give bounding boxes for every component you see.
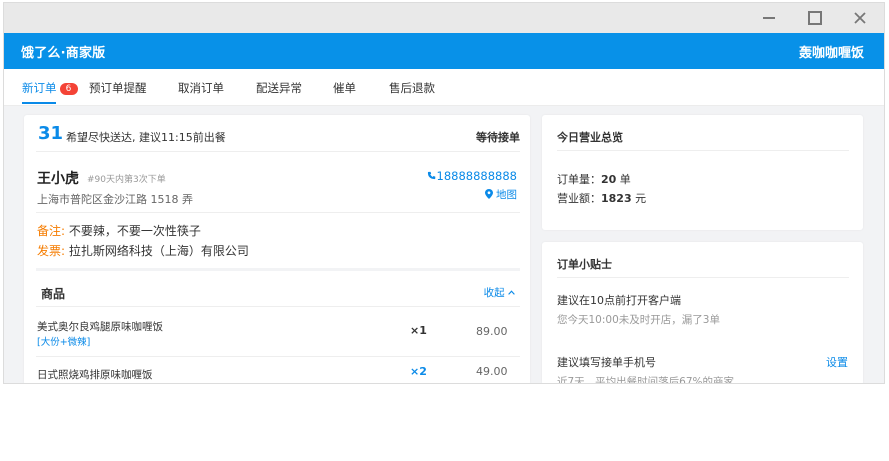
collapse-goods-button[interactable]: 收起 bbox=[484, 285, 515, 300]
goods-section-title: 商品 bbox=[41, 287, 66, 301]
map-pin-icon bbox=[485, 189, 493, 199]
tab-label: 新订单 bbox=[22, 81, 57, 95]
tab-reminders[interactable]: 催单 bbox=[333, 80, 356, 96]
app-header: 饿了么·商家版 轰咖咖喱饭 bbox=[4, 33, 884, 69]
order-number: 31 bbox=[38, 123, 64, 144]
tab-cancelled-orders[interactable]: 取消订单 bbox=[178, 80, 224, 96]
customer-order-history: #90天内第3次下单 bbox=[87, 175, 166, 185]
goods-item-name: 日式照烧鸡排原味咖喱饭 bbox=[37, 369, 153, 381]
minimize-icon bbox=[763, 17, 775, 19]
goods-item-name: 美式奥尔良鸡腿原味咖喱饭 bbox=[37, 321, 163, 333]
revenue-label: 营业额： bbox=[557, 192, 601, 205]
tip-subtitle: 近7天，平均出餐时间落后67%的商家 bbox=[557, 376, 735, 383]
order-tips-card: 订单小贴士 建议在10点前打开客户端 您今天10:00未及时开店，漏了3单 建议… bbox=[542, 242, 863, 383]
tip-title: 建议填写接单手机号 bbox=[557, 356, 656, 369]
divider bbox=[557, 277, 849, 278]
order-status: 等待接单 bbox=[476, 131, 520, 144]
delivery-hint: 希望尽快送达, 建议11:15前出餐 bbox=[66, 131, 226, 144]
tip-subtitle: 您今天10:00未及时开店，漏了3单 bbox=[557, 314, 720, 326]
chevron-up-icon bbox=[508, 290, 515, 295]
section-separator bbox=[36, 268, 520, 271]
tip-title: 建议在10点前打开客户端 bbox=[557, 294, 681, 307]
customer-name: 王小虎 bbox=[37, 171, 79, 187]
customer-phone-link[interactable]: 18888888888 bbox=[427, 169, 517, 183]
remark-row: 备注: 不要辣，不要一次性筷子 bbox=[37, 222, 201, 239]
divider bbox=[557, 150, 849, 151]
title-bar bbox=[4, 3, 884, 33]
invoice-label: 发票: bbox=[37, 244, 66, 258]
order-count-unit: 单 bbox=[616, 173, 631, 186]
order-count-value: 20 bbox=[601, 173, 617, 186]
app-brand: 饿了么·商家版 bbox=[21, 46, 106, 61]
order-card: 31 希望尽快送达, 建议11:15前出餐 等待接单 王小虎 #90天内第3次下… bbox=[24, 115, 530, 383]
maximize-icon bbox=[808, 11, 822, 25]
goods-item-quantity: ×2 bbox=[410, 365, 427, 378]
map-link[interactable]: 地图 bbox=[485, 187, 517, 202]
active-tab-indicator bbox=[22, 102, 56, 104]
overview-title: 今日营业总览 bbox=[557, 131, 623, 144]
tab-preorder-reminder[interactable]: 预订单提醒 bbox=[89, 80, 147, 96]
close-button[interactable] bbox=[840, 5, 880, 31]
maximize-button[interactable] bbox=[795, 5, 835, 31]
goods-item: 美式奥尔良鸡腿原味咖喱饭 [大份+微辣] ×1 89.00 bbox=[24, 306, 530, 356]
tab-new-orders[interactable]: 新订单 6 bbox=[22, 80, 78, 96]
invoice-text: 拉扎斯网络科技（上海）有限公司 bbox=[68, 244, 249, 258]
revenue-value: 1823 bbox=[601, 192, 632, 205]
revenue-stat: 营业额：1823 元 bbox=[557, 190, 646, 206]
goods-item: 日式照烧鸡排原味咖喱饭 ×2 49.00 bbox=[24, 356, 530, 383]
order-tabs: 新订单 6 预订单提醒 取消订单 配送异常 催单 售后退款 bbox=[4, 69, 884, 106]
set-phone-button[interactable]: 设置 bbox=[826, 354, 848, 370]
goods-item-spec: [大份+微辣] bbox=[37, 337, 91, 348]
map-label: 地图 bbox=[496, 189, 517, 201]
divider bbox=[36, 151, 520, 152]
app-window: 饿了么·商家版 轰咖咖喱饭 新订单 6 预订单提醒 取消订单 配送异常 催单 售后… bbox=[4, 3, 884, 383]
goods-item-price: 89.00 bbox=[476, 325, 508, 338]
divider bbox=[36, 212, 520, 213]
close-icon bbox=[854, 12, 866, 24]
tab-delivery-exception[interactable]: 配送异常 bbox=[256, 80, 302, 96]
customer-address: 上海市普陀区金沙江路 1518 弄 bbox=[37, 193, 193, 206]
remark-text: 不要辣，不要一次性筷子 bbox=[68, 224, 201, 238]
revenue-unit: 元 bbox=[631, 192, 647, 205]
order-count-stat: 订单量：20 单 bbox=[557, 171, 631, 187]
invoice-row: 发票: 拉扎斯网络科技（上海）有限公司 bbox=[37, 242, 249, 259]
minimize-button[interactable] bbox=[749, 5, 789, 31]
tips-title: 订单小贴士 bbox=[557, 258, 612, 271]
remark-label: 备注: bbox=[37, 224, 66, 238]
order-count-label: 订单量： bbox=[557, 173, 601, 186]
business-overview-card: 今日营业总览 订单量：20 单 营业额：1823 元 bbox=[542, 115, 863, 230]
goods-item-quantity: ×1 bbox=[410, 324, 427, 337]
shop-name[interactable]: 轰咖咖喱饭 bbox=[799, 42, 864, 61]
phone-icon bbox=[427, 171, 435, 180]
tab-refunds[interactable]: 售后退款 bbox=[389, 80, 435, 96]
new-order-count-badge: 6 bbox=[59, 83, 78, 95]
collapse-label: 收起 bbox=[483, 287, 505, 299]
customer-phone: 18888888888 bbox=[436, 169, 517, 183]
goods-item-price: 49.00 bbox=[476, 365, 508, 378]
